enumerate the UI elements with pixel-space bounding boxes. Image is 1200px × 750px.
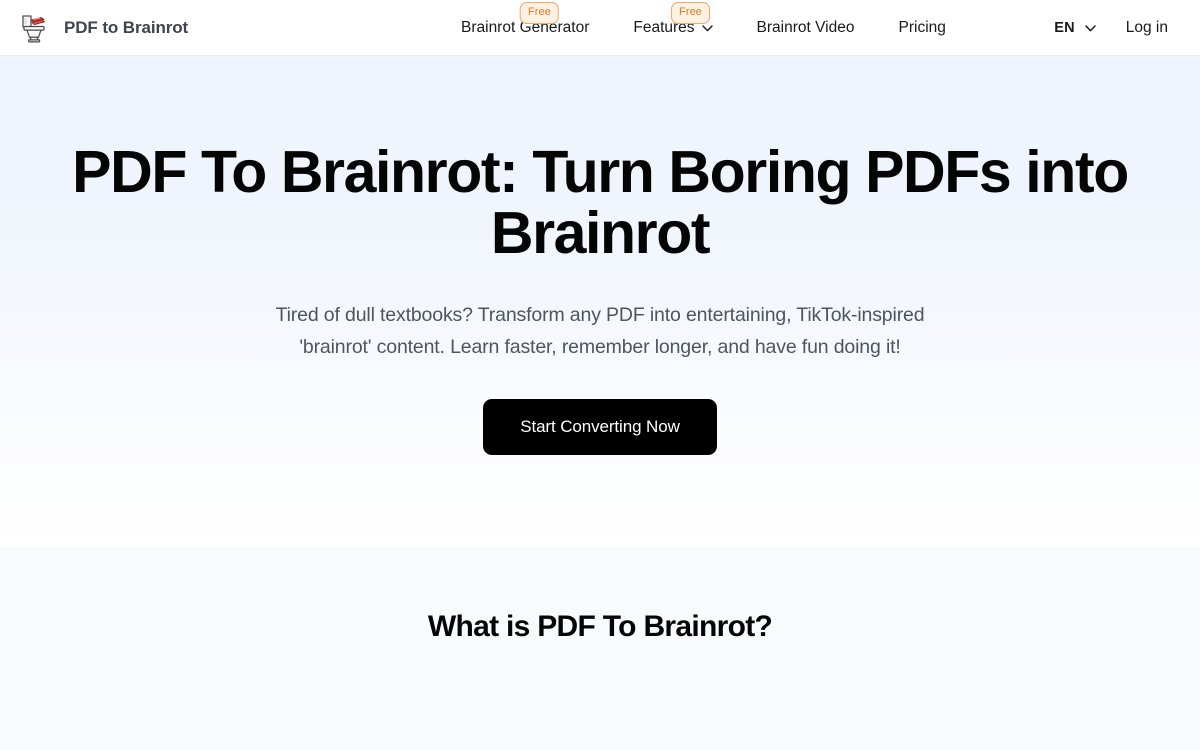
free-badge: Free (519, 1, 559, 24)
hero-section: PDF To Brainrot: Turn Boring PDFs into B… (0, 56, 1200, 547)
start-converting-button[interactable]: Start Converting Now (483, 399, 717, 456)
brand-home-link[interactable]: PDF to Brainrot (16, 10, 188, 46)
what-is-section: What is PDF To Brainrot? (0, 547, 1200, 750)
nav-item-features[interactable]: Free Features (611, 0, 734, 56)
top-navigation-bar: PDF to Brainrot Free Brainrot Generator … (0, 0, 1200, 56)
brand-name-label: PDF to Brainrot (64, 17, 189, 37)
nav-item-brainrot-video[interactable]: Brainrot Video (735, 0, 877, 56)
nav-item-brainrot-generator[interactable]: Free Brainrot Generator (455, 0, 611, 56)
section-heading: What is PDF To Brainrot? (427, 610, 773, 643)
hero-cta-wrapper: Start Converting Now (0, 399, 1200, 456)
page-title: PDF To Brainrot: Turn Boring PDFs into B… (72, 139, 1129, 267)
nav-right-group: EN Log in (1038, 0, 1182, 56)
chevron-down-icon (1085, 25, 1096, 32)
free-badge: Free (671, 1, 711, 24)
primary-nav-links: Free Brainrot Generator Free Features Br… (455, 0, 968, 56)
login-link[interactable]: Log in (1112, 0, 1182, 56)
language-label: EN (1054, 19, 1075, 36)
nav-item-label: Pricing (898, 18, 946, 36)
nav-item-pricing[interactable]: Pricing (877, 0, 968, 56)
chevron-down-icon (701, 25, 713, 32)
hero-subtitle: Tired of dull textbooks? Transform any P… (275, 303, 925, 358)
language-switcher[interactable]: EN (1038, 0, 1112, 56)
nav-item-label: Brainrot Video (756, 18, 855, 36)
toilet-icon (16, 10, 52, 46)
